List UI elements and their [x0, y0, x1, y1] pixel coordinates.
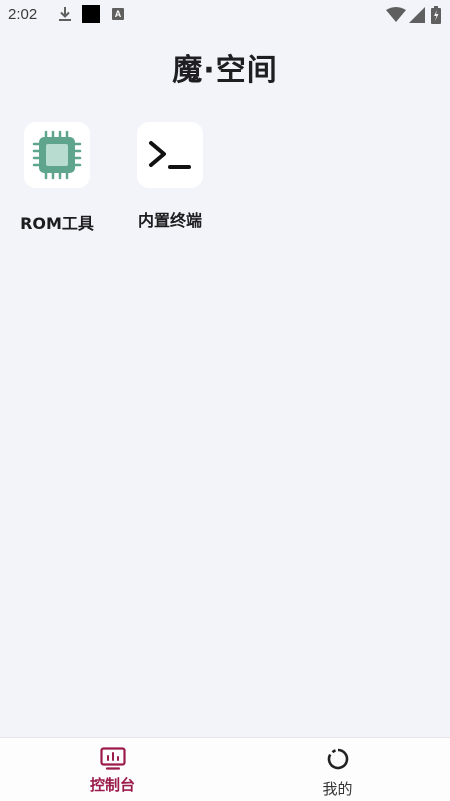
- bottom-nav: 控制台 我的: [0, 737, 450, 801]
- download-icon: [59, 7, 71, 21]
- dashboard-icon: [99, 747, 126, 770]
- tool-terminal[interactable]: 内置终端: [110, 122, 230, 231]
- tool-rom-icon-box[interactable]: [24, 122, 90, 188]
- chip-icon: [32, 130, 82, 180]
- wifi-icon: [386, 7, 406, 22]
- terminal-icon: [149, 141, 191, 169]
- profile-ring-icon: [327, 748, 348, 770]
- signal-icon: [409, 7, 425, 23]
- font-a-icon: A: [112, 8, 124, 20]
- nav-label-console: 控制台: [89, 776, 135, 794]
- tool-rom-label: ROM工具: [20, 214, 94, 233]
- tool-terminal-label: 内置终端: [137, 211, 202, 230]
- nav-item-console[interactable]: 控制台: [0, 738, 225, 801]
- battery-icon: [431, 6, 441, 24]
- page-title: 魔·空间: [172, 53, 278, 88]
- notification-square-icon: [82, 5, 100, 23]
- tool-rom[interactable]: ROM工具: [0, 122, 117, 234]
- status-bar: 2:02 A: [0, 0, 450, 30]
- nav-item-mine[interactable]: 我的: [225, 738, 450, 801]
- nav-label-mine: 我的: [322, 780, 353, 798]
- tool-terminal-icon-box[interactable]: [137, 122, 203, 188]
- status-time: 2:02: [8, 6, 38, 23]
